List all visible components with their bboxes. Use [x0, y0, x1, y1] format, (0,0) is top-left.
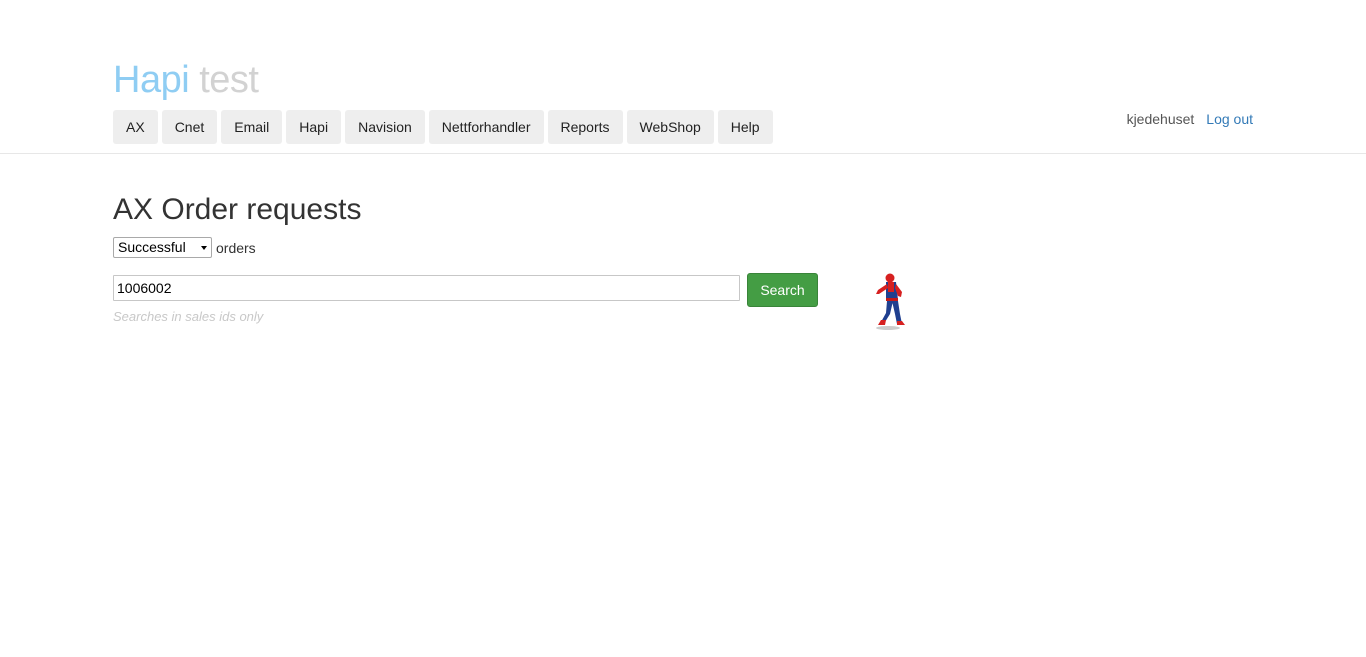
status-select[interactable]: Successful [113, 237, 212, 258]
username: kjedehuset [1126, 111, 1195, 127]
filter-row: Successful orders [113, 237, 256, 258]
brand-logo[interactable]: Hapi test [113, 58, 259, 102]
nav-item-reports[interactable]: Reports [547, 110, 623, 144]
nav-item-navision[interactable]: Navision [345, 110, 425, 144]
search-input[interactable] [113, 275, 740, 301]
main-nav: AX Cnet Email Hapi Navision Nettforhandl… [113, 110, 773, 144]
nav-item-cnet[interactable]: Cnet [161, 110, 218, 144]
nav-item-hapi[interactable]: Hapi [286, 110, 342, 144]
brand-primary: Hapi [113, 59, 190, 101]
brand-secondary: test [199, 59, 259, 101]
nav-item-ax[interactable]: AX [113, 110, 158, 144]
logout-link[interactable]: Log out [1206, 111, 1253, 127]
search-button[interactable]: Search [747, 273, 818, 307]
spiderman-figure-icon [876, 273, 905, 330]
page-title: AX Order requests [113, 193, 362, 226]
nav-item-help[interactable]: Help [717, 110, 773, 144]
user-area: kjedehuset Log out [1127, 111, 1253, 127]
chevron-down-icon [201, 246, 207, 250]
nav-item-nettforhandler[interactable]: Nettforhandler [428, 110, 544, 144]
nav-item-email[interactable]: Email [221, 110, 283, 144]
header: Hapi test AX Cnet Email Hapi Navision Ne… [0, 0, 1366, 154]
search-help-text: Searches in sales ids only [113, 309, 264, 324]
status-select-value: Successful [118, 239, 186, 255]
filter-suffix-label: orders [216, 239, 256, 256]
nav-item-webshop[interactable]: WebShop [626, 110, 714, 144]
